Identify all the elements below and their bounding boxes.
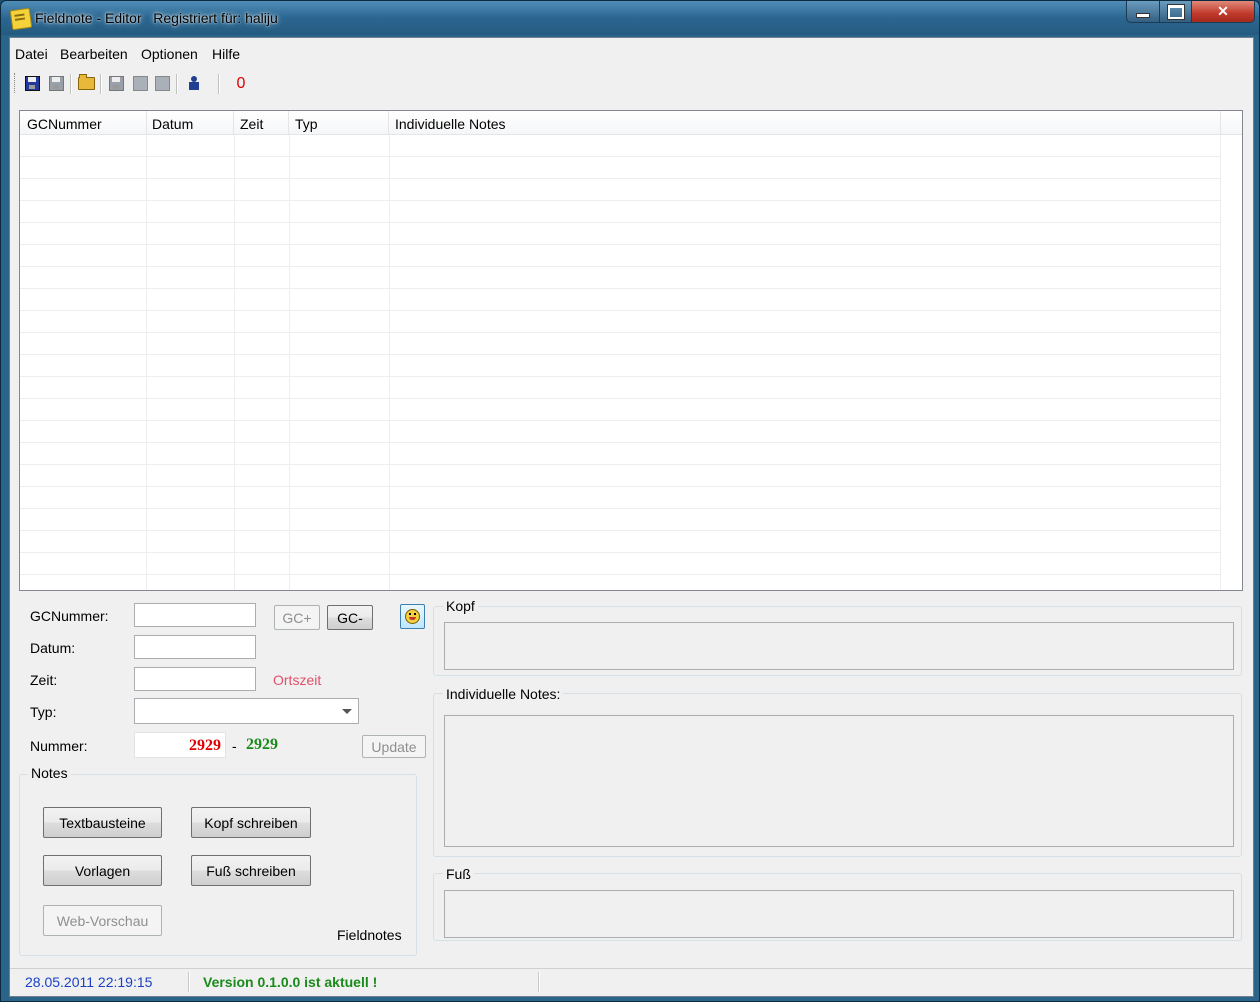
minimize-button[interactable] — [1126, 1, 1160, 23]
open-button[interactable] — [76, 73, 96, 93]
nummer-to-value: 2929 — [246, 736, 278, 753]
toolbar-separator — [176, 74, 178, 94]
textbausteine-button[interactable]: Textbausteine — [43, 807, 162, 838]
smiley-icon — [405, 609, 420, 624]
individuelle-notes-group-title: Individuelle Notes: — [443, 686, 564, 702]
grid-rows[interactable] — [20, 135, 1220, 590]
column-header-typ[interactable]: Typ — [288, 111, 389, 134]
fieldnotes-grid[interactable]: GCNummer Datum Zeit Typ Individuelle Not… — [19, 110, 1243, 591]
datum-label: Datum: — [30, 640, 76, 656]
kopf-groupbox: Kopf — [433, 598, 1242, 676]
title-bar[interactable]: Fieldnote - Editor Registriert für: hali… — [1, 1, 1259, 35]
datum-input[interactable] — [134, 635, 256, 659]
toolbar: 0 — [14, 70, 246, 96]
minimize-icon — [1136, 13, 1150, 18]
smiley-button[interactable] — [400, 604, 425, 629]
status-separator — [188, 972, 190, 992]
update-button[interactable]: Update — [362, 735, 426, 758]
save-all-icon — [48, 75, 64, 91]
kopf-group-title: Kopf — [443, 598, 478, 614]
web-vorschau-button[interactable]: Web-Vorschau — [43, 905, 162, 936]
status-separator — [538, 972, 540, 992]
grid-header: GCNummer Datum Zeit Typ Individuelle Not… — [20, 111, 1242, 135]
save-button[interactable] — [22, 73, 42, 93]
chevron-down-icon — [342, 709, 352, 714]
nummer-from-field[interactable]: 2929 — [134, 732, 226, 758]
column-divider — [146, 135, 147, 590]
fuss-group-title: Fuß — [443, 866, 474, 882]
user-icon — [189, 76, 199, 90]
export-disabled-icon — [132, 75, 148, 91]
export-button[interactable] — [130, 73, 150, 93]
gc-minus-button[interactable]: GC- — [327, 605, 373, 630]
maximize-icon — [1166, 3, 1185, 20]
menu-hilfe[interactable]: Hilfe — [212, 46, 240, 62]
individuelle-notes-textarea[interactable] — [444, 715, 1234, 847]
window-title: Fieldnote - Editor Registriert für: hali… — [35, 10, 278, 26]
notes-groupbox: Notes Textbausteine Kopf schreiben Vorla… — [19, 765, 417, 956]
toolbar-counter: 0 — [236, 75, 246, 92]
user-button[interactable] — [184, 73, 204, 93]
column-divider — [289, 135, 290, 590]
status-datetime: 28.05.2011 22:19:15 — [25, 974, 153, 990]
menu-bar: Datei Bearbeiten Optionen Hilfe — [10, 38, 1253, 68]
ortszeit-label: Ortszeit — [273, 672, 322, 688]
toolbar-grip[interactable] — [14, 73, 17, 93]
gcnummer-input[interactable] — [134, 603, 256, 627]
vorlagen-button[interactable]: Vorlagen — [43, 855, 162, 886]
app-window: Fieldnote - Editor Registriert für: hali… — [0, 0, 1260, 1002]
fieldnotes-label: Fieldnotes — [337, 927, 402, 943]
column-header-datum[interactable]: Datum — [145, 111, 234, 134]
save-disabled-icon — [108, 75, 124, 91]
toolbar-separator — [100, 74, 102, 94]
typ-dropdown[interactable] — [134, 698, 359, 724]
fuss-groupbox: Fuß — [433, 866, 1242, 941]
kopf-textarea[interactable] — [444, 622, 1234, 670]
fieldnote-app-icon — [9, 7, 33, 31]
zeit-label: Zeit: — [30, 672, 58, 688]
toolbar-separator — [70, 74, 72, 94]
typ-label: Typ: — [30, 704, 57, 720]
zeit-input[interactable] — [134, 667, 256, 691]
gcnummer-label: GCNummer: — [30, 608, 109, 624]
status-bar: 28.05.2011 22:19:15 Version 0.1.0.0 ist … — [10, 968, 1253, 996]
import-button[interactable] — [152, 73, 172, 93]
fuss-textarea[interactable] — [444, 890, 1234, 938]
column-divider — [234, 135, 235, 590]
notes-group-title: Notes — [28, 765, 71, 781]
column-divider — [1220, 135, 1221, 590]
status-version: Version 0.1.0.0 ist aktuell ! — [203, 974, 378, 990]
column-header-individuelle-notes[interactable]: Individuelle Notes — [388, 111, 1221, 134]
kopf-schreiben-button[interactable]: Kopf schreiben — [191, 807, 311, 838]
column-divider — [389, 135, 390, 590]
maximize-button[interactable] — [1159, 1, 1192, 23]
open-folder-icon — [77, 73, 95, 90]
gc-plus-button[interactable]: GC+ — [274, 605, 320, 630]
menu-datei[interactable]: Datei — [15, 46, 48, 62]
save-icon — [24, 75, 40, 91]
toolbar-separator — [218, 74, 220, 94]
menu-bearbeiten[interactable]: Bearbeiten — [60, 46, 128, 62]
individuelle-notes-groupbox: Individuelle Notes: — [433, 686, 1242, 857]
save-all-button[interactable] — [46, 73, 66, 93]
nummer-label: Nummer: — [30, 738, 88, 754]
save-disabled-button[interactable] — [106, 73, 126, 93]
close-icon: ✕ — [1217, 3, 1229, 19]
column-header-gcnummer[interactable]: GCNummer — [20, 111, 147, 134]
import-disabled-icon — [154, 75, 170, 91]
fuss-schreiben-button[interactable]: Fuß schreiben — [191, 855, 311, 886]
menu-optionen[interactable]: Optionen — [141, 46, 198, 62]
client-area: Datei Bearbeiten Optionen Hilfe 0 GCNumm… — [9, 37, 1254, 997]
close-button[interactable]: ✕ — [1191, 1, 1255, 23]
column-header-zeit[interactable]: Zeit — [233, 111, 289, 134]
nummer-dash: - — [232, 738, 237, 754]
